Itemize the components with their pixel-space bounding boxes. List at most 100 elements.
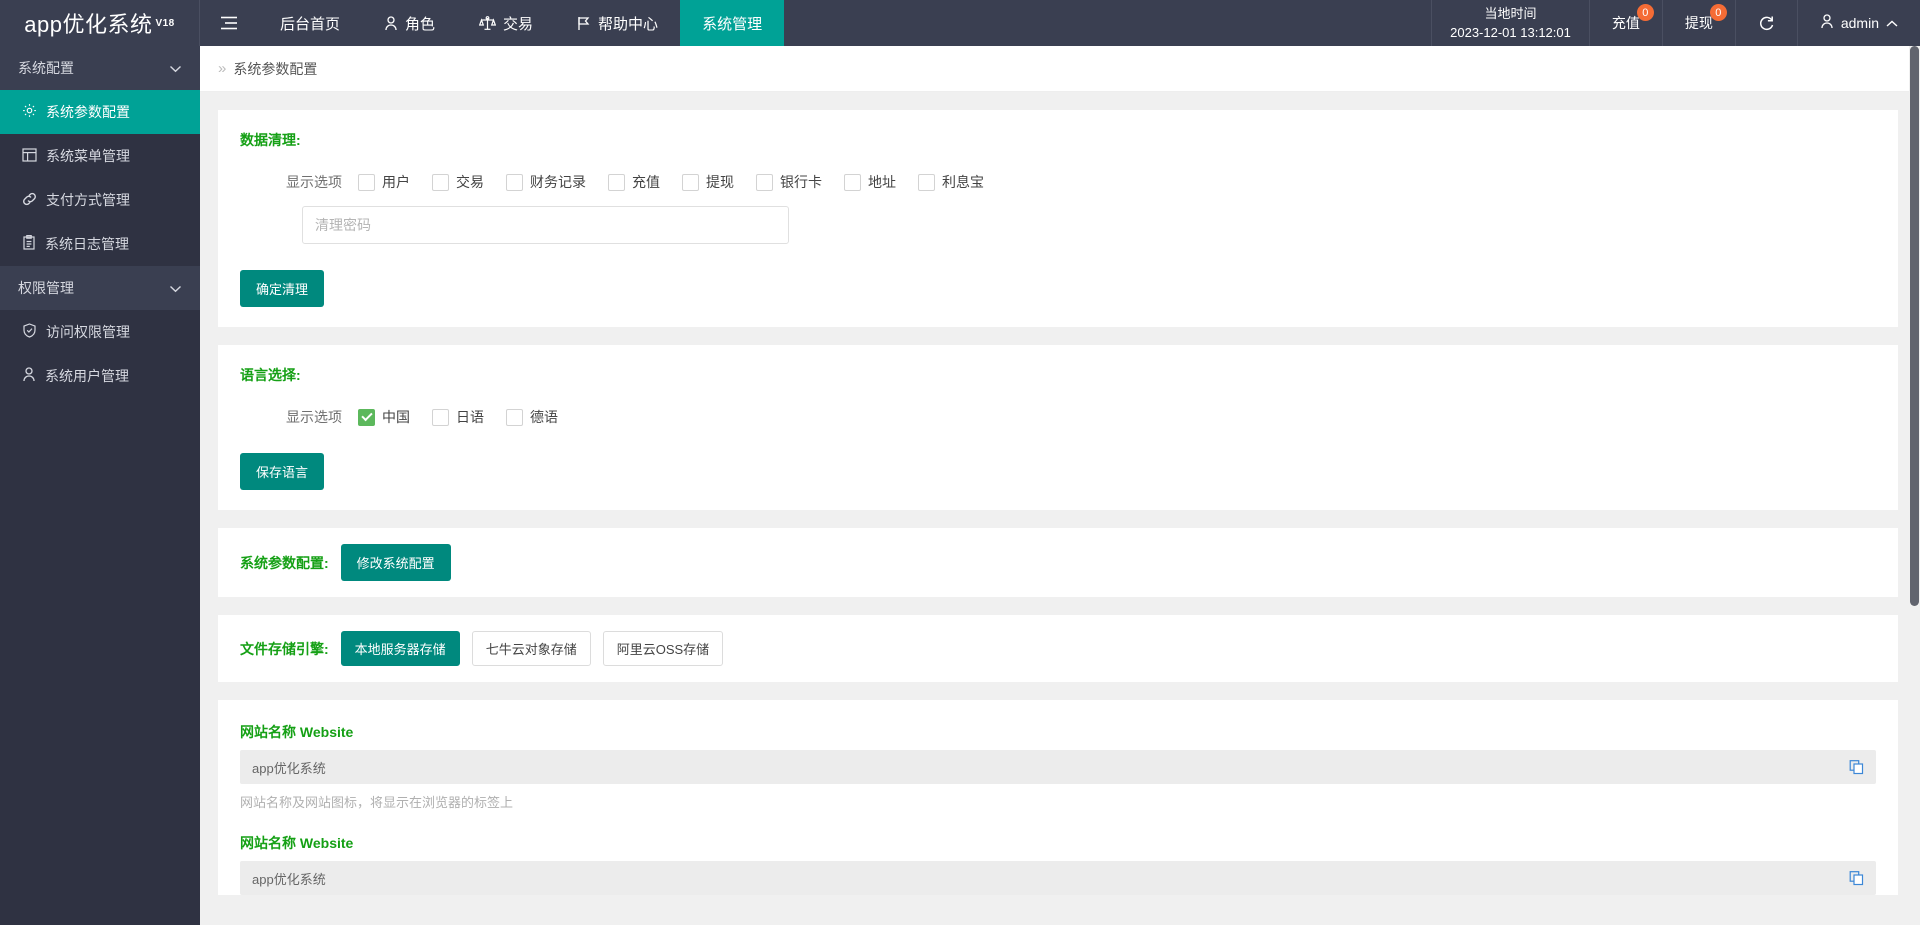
withdraw-label: 提现 (1685, 13, 1713, 33)
user-icon (22, 367, 36, 385)
checkbox-user[interactable]: 用户 (358, 172, 410, 192)
storage-option-aliyun-oss[interactable]: 阿里云OSS存储 (603, 631, 723, 666)
sidebar-item-system-user[interactable]: 系统用户管理 (0, 354, 200, 398)
sidebar-group-permissions[interactable]: 权限管理 (0, 266, 200, 310)
local-time-label: 当地时间 (1484, 4, 1536, 24)
field-website-name-1-label: 网站名称 Website (240, 722, 1876, 742)
app-brand-logo[interactable]: app优化系统V18 (0, 0, 200, 46)
checkbox-withdraw-box[interactable] (682, 174, 699, 191)
checkbox-language-german[interactable]: 德语 (506, 407, 558, 427)
save-language-button[interactable]: 保存语言 (240, 453, 324, 490)
withdraw-button[interactable]: 提现 0 (1663, 0, 1736, 46)
language-title: 语言选择: (240, 365, 1876, 385)
checkbox-language-german-label: 德语 (530, 407, 558, 427)
checkbox-trade[interactable]: 交易 (432, 172, 484, 192)
language-options-label: 显示选项 (286, 407, 342, 427)
checkbox-bank-card[interactable]: 银行卡 (756, 172, 822, 192)
modify-system-config-button[interactable]: 修改系统配置 (341, 544, 451, 581)
checkbox-withdraw[interactable]: 提现 (682, 172, 734, 192)
nav-tab-home-label: 后台首页 (280, 13, 340, 34)
language-card: 语言选择: 显示选项 中国 日语 德语 保存语言 (218, 345, 1898, 510)
caret-up-icon (1886, 15, 1898, 31)
clipboard-icon (22, 235, 36, 253)
checkbox-trade-box[interactable] (432, 174, 449, 191)
checkbox-finance-record[interactable]: 财务记录 (506, 172, 586, 192)
checkbox-user-label: 用户 (382, 172, 410, 192)
sidebar-item-access-permission[interactable]: 访问权限管理 (0, 310, 200, 354)
sidebar-item-system-log[interactable]: 系统日志管理 (0, 222, 200, 266)
sidebar-item-payment-method[interactable]: 支付方式管理 (0, 178, 200, 222)
brand-version: V18 (155, 18, 174, 29)
copy-icon[interactable] (1849, 760, 1864, 775)
user-menu[interactable]: admin (1798, 0, 1920, 46)
checkbox-lixibao[interactable]: 利息宝 (918, 172, 984, 192)
sidebar-item-system-user-label: 系统用户管理 (45, 366, 129, 386)
sidebar-group-system-config[interactable]: 系统配置 (0, 46, 200, 90)
sidebar-item-system-params-label: 系统参数配置 (46, 102, 130, 122)
checkbox-lixibao-box[interactable] (918, 174, 935, 191)
breadcrumb-separator: » (218, 60, 226, 77)
clean-password-input[interactable] (302, 206, 789, 244)
checkbox-language-japanese-label: 日语 (456, 407, 484, 427)
sidebar-item-access-permission-label: 访问权限管理 (46, 322, 130, 342)
sidebar-item-system-menu[interactable]: 系统菜单管理 (0, 134, 200, 178)
recharge-label: 充值 (1612, 13, 1640, 33)
field-website-name-1-input[interactable] (240, 750, 1876, 784)
local-time-block: 当地时间 2023-12-01 13:12:01 (1431, 0, 1590, 46)
chevron-down-icon (169, 60, 182, 76)
language-options-row: 显示选项 中国 日语 德语 (240, 407, 1876, 427)
refresh-icon[interactable] (1736, 0, 1798, 46)
storage-option-qiniu[interactable]: 七牛云对象存储 (472, 631, 591, 666)
data-clean-title: 数据清理: (240, 130, 1876, 150)
checkbox-withdraw-label: 提现 (706, 172, 734, 192)
hamburger-icon[interactable] (200, 0, 258, 46)
nav-tab-help-label: 帮助中心 (598, 13, 658, 34)
field-website-name-1: 网站名称 Website 网站名称及网站图标，将显示在浏览器的标签上 (224, 722, 1892, 811)
nav-tab-system[interactable]: 系统管理 (680, 0, 784, 46)
scale-icon (479, 16, 496, 31)
nav-tab-help[interactable]: 帮助中心 (555, 0, 680, 46)
data-clean-card: 数据清理: 显示选项 用户 交易 财务记录 充值 提现 (218, 110, 1898, 327)
checkbox-address-box[interactable] (844, 174, 861, 191)
checkbox-recharge-box[interactable] (608, 174, 625, 191)
copy-icon[interactable] (1849, 871, 1864, 886)
sidebar-item-system-params[interactable]: 系统参数配置 (0, 90, 200, 134)
page-scrollbar-thumb[interactable] (1910, 46, 1919, 606)
system-param-card: 系统参数配置: 修改系统配置 (218, 528, 1898, 597)
field-website-name-1-hint: 网站名称及网站图标，将显示在浏览器的标签上 (240, 792, 1876, 811)
storage-option-local[interactable]: 本地服务器存储 (341, 631, 460, 666)
checkbox-finance-record-box[interactable] (506, 174, 523, 191)
checkbox-recharge[interactable]: 充值 (608, 172, 660, 192)
field-website-name-2-input[interactable] (240, 861, 1876, 895)
checkbox-bank-card-box[interactable] (756, 174, 773, 191)
checkbox-language-japanese-box[interactable] (432, 409, 449, 426)
recharge-badge: 0 (1637, 4, 1654, 21)
system-param-label: 系统参数配置: (240, 553, 329, 573)
checkbox-language-chinese[interactable]: 中国 (358, 407, 410, 427)
checkbox-language-japanese[interactable]: 日语 (432, 407, 484, 427)
sidebar-item-system-menu-label: 系统菜单管理 (46, 146, 130, 166)
storage-engine-label: 文件存储引擎: (240, 639, 329, 659)
sidebar-item-payment-method-label: 支付方式管理 (46, 190, 130, 210)
field-website-name-2-label: 网站名称 Website (240, 833, 1876, 853)
sidebar-group-system-config-label: 系统配置 (18, 58, 74, 78)
page-scrollbar[interactable] (1909, 46, 1920, 925)
user-icon (384, 16, 398, 31)
checkbox-address[interactable]: 地址 (844, 172, 896, 192)
sidebar-item-system-log-label: 系统日志管理 (45, 234, 129, 254)
checkbox-language-chinese-box[interactable] (358, 409, 375, 426)
confirm-clean-button[interactable]: 确定清理 (240, 270, 324, 307)
main-content: 数据清理: 显示选项 用户 交易 财务记录 充值 提现 (200, 92, 1920, 925)
field-website-name-1-inputwrap (240, 750, 1876, 784)
nav-tab-trade[interactable]: 交易 (457, 0, 555, 46)
nav-tab-role[interactable]: 角色 (362, 0, 457, 46)
recharge-button[interactable]: 充值 0 (1590, 0, 1663, 46)
breadcrumb: » 系统参数配置 (200, 46, 1920, 92)
checkbox-language-german-box[interactable] (506, 409, 523, 426)
storage-engine-card: 文件存储引擎: 本地服务器存储 七牛云对象存储 阿里云OSS存储 (218, 615, 1898, 682)
data-clean-options-label: 显示选项 (286, 172, 342, 192)
nav-tab-home[interactable]: 后台首页 (258, 0, 362, 46)
checkbox-user-box[interactable] (358, 174, 375, 191)
checkbox-recharge-label: 充值 (632, 172, 660, 192)
chevron-down-icon (169, 280, 182, 296)
